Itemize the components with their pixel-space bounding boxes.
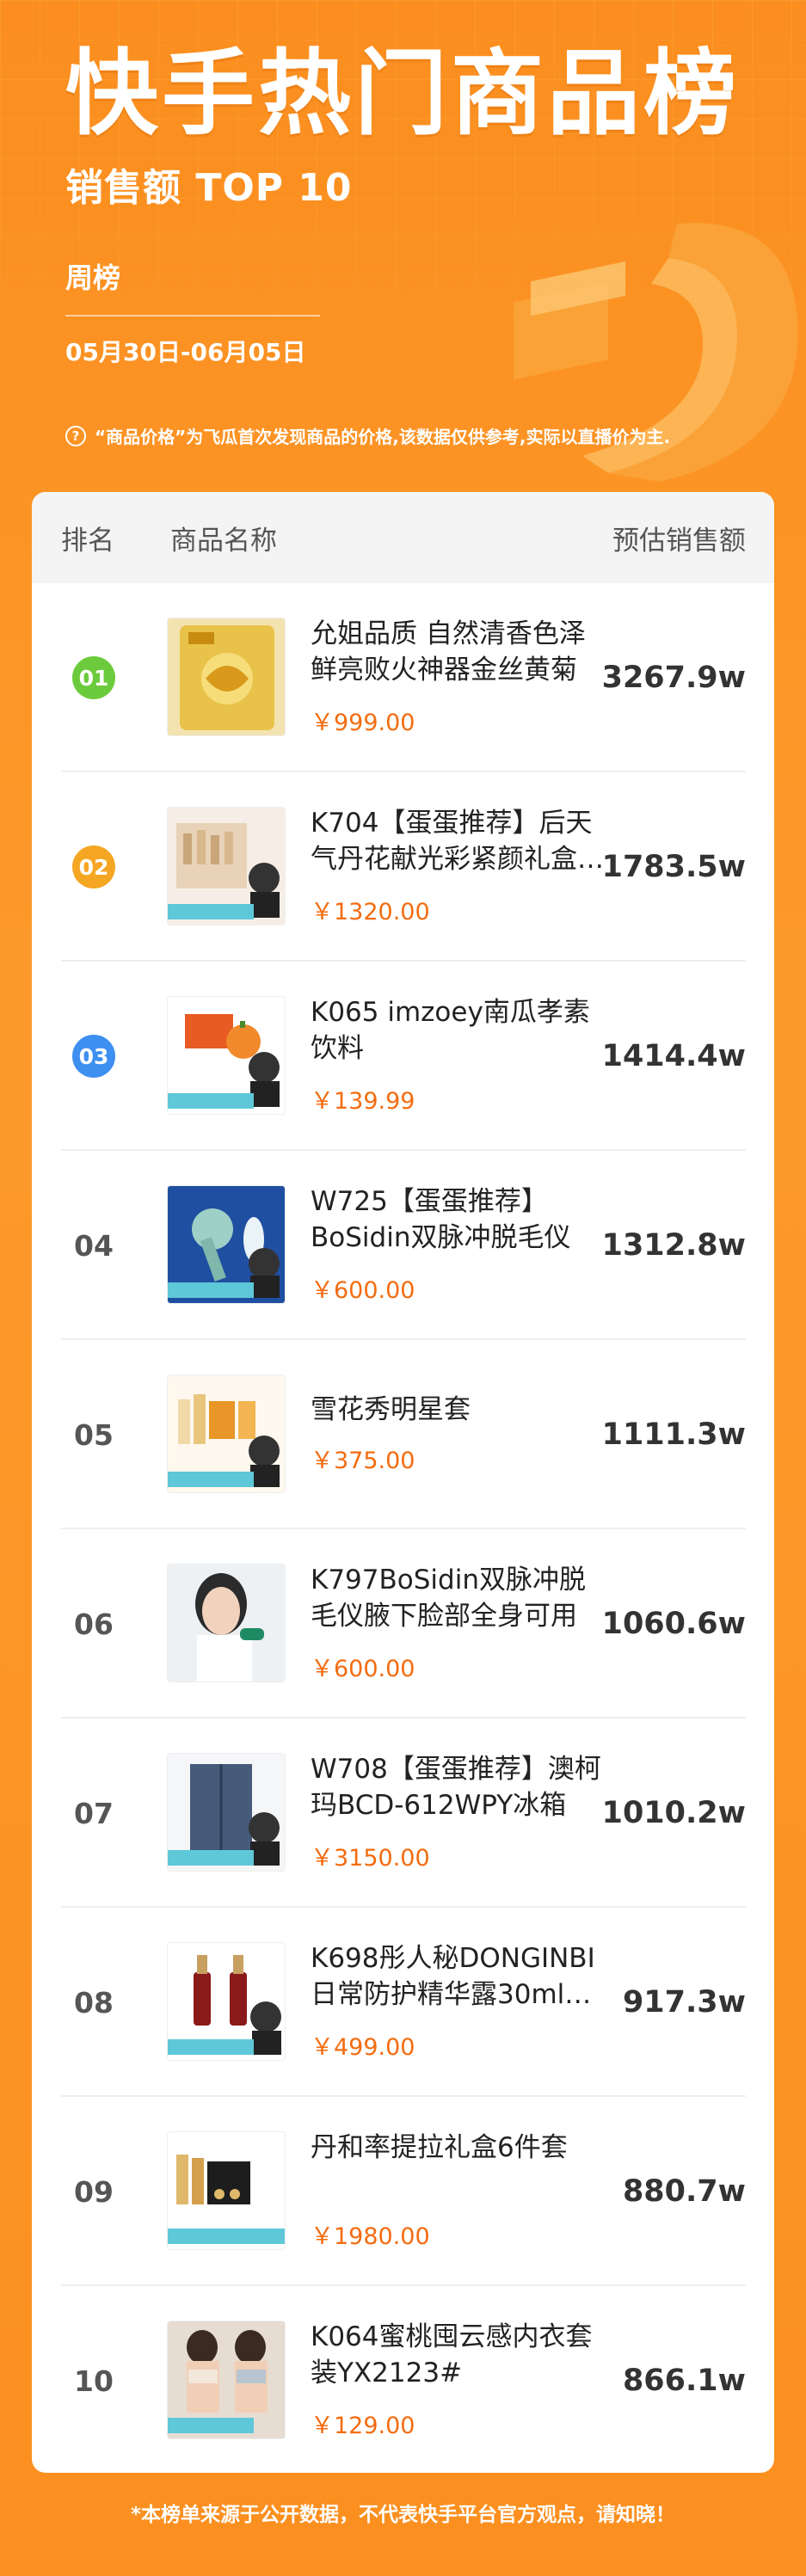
header-rank: 排名 (61, 525, 114, 556)
disclaimer-footer: *本榜单来源于公开数据，不代表快手平台官方观点，请知晓！ (130, 2504, 676, 2526)
question-circle-icon: ? (65, 425, 86, 446)
product-image[interactable] (167, 2131, 286, 2250)
product-image[interactable] (167, 1564, 286, 1682)
table-row[interactable]: 01 允姐品质 自然清香色泽鲜亮败火神器金丝黄菊 ￥999.00 3267.9w (61, 583, 746, 772)
period-date: 05月30日-06月05日 (65, 338, 306, 366)
product-sales: 917.3w (622, 1985, 746, 2020)
rank-medal-icon: 03 (72, 1035, 115, 1078)
table-row[interactable]: 03 K065 imzoey南瓜孝素饮料 ￥139.99 1414.4w (61, 962, 746, 1151)
page-subtitle: 销售额 TOP 10 (65, 166, 353, 210)
product-price: ￥1320.00 (311, 899, 430, 925)
product-price: ￥3150.00 (311, 1845, 430, 1872)
product-name[interactable]: W725【蛋蛋推荐】BoSidin双脉冲脱毛仪 (311, 1183, 607, 1256)
rank-cell: 01 (61, 583, 126, 772)
product-sales: 3267.9w (601, 661, 746, 695)
rank-cell: 06 (61, 1529, 126, 1718)
product-price: ￥499.00 (311, 2034, 415, 2061)
product-sales: 880.7w (622, 2174, 746, 2209)
product-price: ￥1980.00 (311, 2223, 430, 2250)
rank-number: 06 (74, 1607, 114, 1641)
ranking-card: 排名 商品名称 预估销售额 01 允姐品质 自然清香色泽鲜亮败火神器金丝黄菊 ￥… (32, 492, 774, 2473)
product-sales: 866.1w (622, 2364, 746, 2398)
product-price: ￥375.00 (311, 1448, 415, 1474)
product-price: ￥139.99 (311, 1088, 415, 1115)
product-name[interactable]: K797BoSidin双脉冲脱毛仪腋下脸部全身可用 (311, 1562, 607, 1634)
product-sales: 1010.2w (601, 1796, 746, 1830)
product-name[interactable]: K698彤人秘DONGINBI日常防护精华露30ml套装 (311, 1940, 607, 2013)
rank-number: 04 (74, 1228, 114, 1263)
header-name: 商品名称 (170, 525, 277, 556)
product-image[interactable] (167, 618, 286, 736)
rank-cell: 03 (61, 962, 126, 1151)
product-image[interactable] (167, 1753, 286, 1872)
rank-cell: 08 (61, 1908, 126, 2097)
table-header: 排名 商品名称 预估销售额 (32, 492, 774, 583)
rank-number: 08 (74, 1985, 114, 2020)
product-name[interactable]: 丹和率提拉礼盒6件套 (311, 2130, 607, 2166)
product-price: ￥999.00 (311, 710, 415, 736)
rank-number: 07 (74, 1796, 114, 1830)
page-title: 快手热门商品榜 (65, 40, 741, 148)
rank-number: 09 (74, 2174, 114, 2209)
product-sales: 1111.3w (601, 1417, 746, 1452)
product-sales: 1060.6w (601, 1607, 746, 1641)
rank-cell: 07 (61, 1718, 126, 1908)
product-image[interactable] (167, 1374, 286, 1493)
product-price: ￥600.00 (311, 1277, 415, 1304)
rank-cell: 04 (61, 1151, 126, 1340)
product-price: ￥600.00 (311, 1656, 415, 1682)
product-image[interactable] (167, 807, 286, 925)
table-row[interactable]: 09 丹和率提拉礼盒6件套 ￥1980.00 880.7w (61, 2097, 746, 2286)
table-row[interactable]: 05 雪花秀明星套 ￥375.00 1111.3w (61, 1340, 746, 1529)
price-notice: ? “商品价格”为飞瓜首次发现商品的价格,该数据仅供参考,实际以直播价为主. (65, 423, 670, 448)
table-row[interactable]: 02 K704【蛋蛋推荐】后天气丹花献光彩紧颜礼盒套装 ￥1320.00 178… (61, 772, 746, 962)
product-name[interactable]: K065 imzoey南瓜孝素饮料 (311, 994, 607, 1067)
product-sales: 1312.8w (601, 1228, 746, 1263)
table-row[interactable]: 07 W708【蛋蛋推荐】澳柯玛BCD-612WPY冰箱 ￥3150.00 10… (61, 1718, 746, 1908)
product-name[interactable]: 雪花秀明星套 (311, 1392, 607, 1428)
product-image[interactable] (167, 2321, 286, 2439)
table-row[interactable]: 06 K797BoSidin双脉冲脱毛仪腋下脸部全身可用 ￥600.00 106… (61, 1529, 746, 1718)
product-image[interactable] (167, 1185, 286, 1304)
rank-cell: 09 (61, 2097, 126, 2286)
rank-cell: 02 (61, 772, 126, 962)
rank-cell: 05 (61, 1340, 126, 1529)
product-name[interactable]: K704【蛋蛋推荐】后天气丹花献光彩紧颜礼盒套装 (311, 805, 607, 877)
rank-medal-icon: 01 (72, 656, 115, 699)
table-row[interactable]: 08 K698彤人秘DONGINBI日常防护精华露30ml套装 ￥499.00 … (61, 1908, 746, 2097)
product-image[interactable] (167, 1942, 286, 2061)
table-row[interactable]: 04 W725【蛋蛋推荐】BoSidin双脉冲脱毛仪 ￥600.00 1312.… (61, 1151, 746, 1340)
rank-number: 10 (74, 2364, 114, 2398)
period-label: 周榜 (65, 261, 121, 294)
product-price: ￥129.00 (311, 2413, 415, 2439)
header-sales: 预估销售额 (612, 525, 746, 556)
page-header: 快手热门商品榜 销售额 TOP 10 周榜 05月30日-06月05日 (65, 34, 740, 368)
notice-text: “商品价格”为飞瓜首次发现商品的价格,该数据仅供参考,实际以直播价为主. (95, 427, 671, 447)
table-row[interactable]: 10 K064蜜桃囤云感内衣套装YX2123# ￥129.00 866.1w (61, 2286, 746, 2473)
product-name[interactable]: 允姐品质 自然清香色泽鲜亮败火神器金丝黄菊 (311, 616, 607, 688)
product-name[interactable]: W708【蛋蛋推荐】澳柯玛BCD-612WPY冰箱 (311, 1751, 607, 1823)
rank-number: 05 (74, 1417, 114, 1452)
rank-cell: 10 (61, 2286, 126, 2473)
product-image[interactable] (167, 996, 286, 1115)
rank-medal-icon: 02 (72, 845, 115, 888)
product-sales: 1783.5w (601, 850, 746, 884)
product-sales: 1414.4w (601, 1039, 746, 1073)
divider (65, 315, 320, 317)
product-name[interactable]: K064蜜桃囤云感内衣套装YX2123# (311, 2319, 607, 2391)
